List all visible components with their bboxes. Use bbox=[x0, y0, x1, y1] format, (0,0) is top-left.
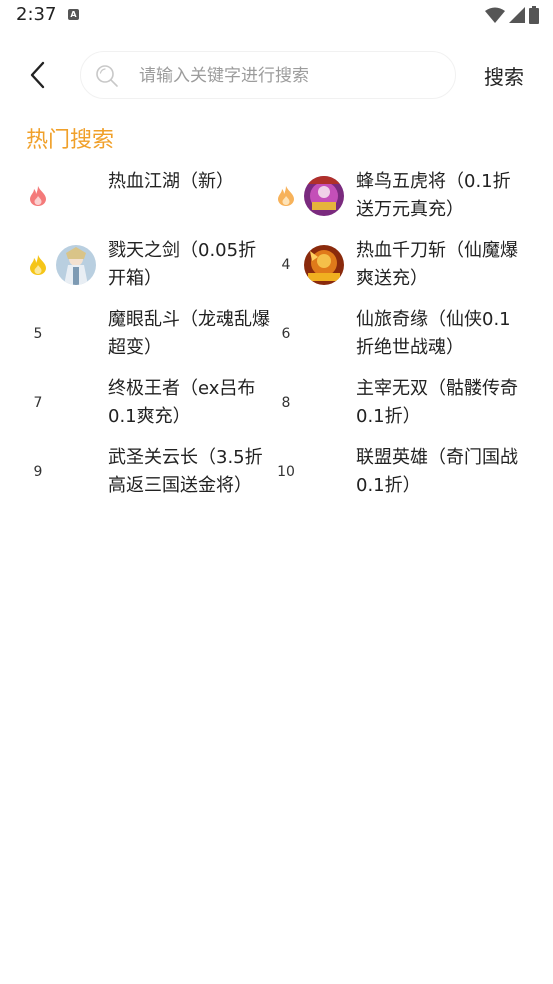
rank-4: 4 bbox=[281, 257, 291, 273]
back-button[interactable] bbox=[24, 60, 54, 90]
rank-3 bbox=[30, 233, 46, 297]
hot-search-item-3[interactable]: 戮天之剑（0.05折开箱） bbox=[0, 233, 270, 297]
search-button[interactable]: 搜索 bbox=[484, 61, 524, 90]
hot-search-item-8[interactable]: 8 主宰无双（骷髅传奇0.1折） bbox=[248, 371, 518, 435]
game-name: 武圣关云长（3.5折高返三国送金将） bbox=[108, 447, 263, 496]
wifi-icon bbox=[485, 7, 505, 23]
status-time: 2:37 bbox=[16, 4, 57, 25]
game-name: 主宰无双（骷髅传奇0.1折） bbox=[356, 378, 518, 427]
game-name: 终极王者（ex吕布0.1爽充） bbox=[108, 378, 256, 427]
hot-search-item-9[interactable]: 9 武圣关云长（3.5折高返三国送金将） bbox=[0, 440, 270, 504]
hot-search-item-6[interactable]: 6 仙旅奇缘（仙侠0.1折绝世战魂） bbox=[248, 302, 518, 366]
search-box[interactable] bbox=[80, 51, 456, 99]
game-icon bbox=[56, 245, 96, 285]
search-icon bbox=[96, 65, 118, 87]
game-name: 热血江湖（新） bbox=[108, 171, 234, 192]
game-icon bbox=[304, 245, 344, 285]
rank-2 bbox=[278, 164, 294, 228]
game-icon bbox=[304, 176, 344, 216]
flame-red-icon bbox=[30, 186, 46, 206]
search-header: 搜索 bbox=[0, 50, 553, 100]
rank-7: 7 bbox=[33, 395, 43, 411]
flame-orange-icon bbox=[278, 186, 294, 206]
battery-icon bbox=[529, 6, 539, 24]
rank-5: 5 bbox=[33, 326, 43, 342]
status-icons bbox=[485, 6, 539, 24]
hot-search-item-4[interactable]: 4 热血千刀斩（仙魔爆爽送充） bbox=[248, 233, 518, 297]
game-name: 魔眼乱斗（龙魂乱爆超变） bbox=[108, 309, 270, 358]
status-bar: 2:37 A bbox=[0, 0, 553, 32]
flame-yellow-icon bbox=[30, 255, 46, 275]
game-name: 戮天之剑（0.05折开箱） bbox=[108, 240, 257, 289]
hot-search-item-2[interactable]: 蜂鸟五虎将（0.1折送万元真充） bbox=[248, 164, 518, 228]
game-name: 联盟英雄（奇门国战0.1折） bbox=[356, 447, 518, 496]
rank-6: 6 bbox=[281, 326, 291, 342]
hot-search-item-7[interactable]: 7 终极王者（ex吕布0.1爽充） bbox=[0, 371, 270, 435]
chevron-left-icon bbox=[30, 61, 45, 89]
hot-search-item-1[interactable]: 热血江湖（新） bbox=[0, 164, 270, 228]
game-name: 热血千刀斩（仙魔爆爽送充） bbox=[356, 240, 518, 289]
game-name: 仙旅奇缘（仙侠0.1折绝世战魂） bbox=[356, 309, 511, 358]
rank-8: 8 bbox=[281, 395, 291, 411]
hot-search-title: 热门搜索 bbox=[26, 128, 115, 153]
game-name: 蜂鸟五虎将（0.1折送万元真充） bbox=[356, 171, 511, 220]
signal-icon bbox=[509, 7, 525, 23]
notification-icon: A bbox=[68, 9, 79, 20]
rank-1 bbox=[30, 164, 46, 228]
rank-9: 9 bbox=[33, 464, 43, 480]
rank-10: 10 bbox=[277, 464, 295, 480]
hot-search-item-5[interactable]: 5 魔眼乱斗（龙魂乱爆超变） bbox=[0, 302, 270, 366]
search-input[interactable] bbox=[139, 60, 439, 92]
hot-search-item-10[interactable]: 10 联盟英雄（奇门国战0.1折） bbox=[248, 440, 518, 504]
